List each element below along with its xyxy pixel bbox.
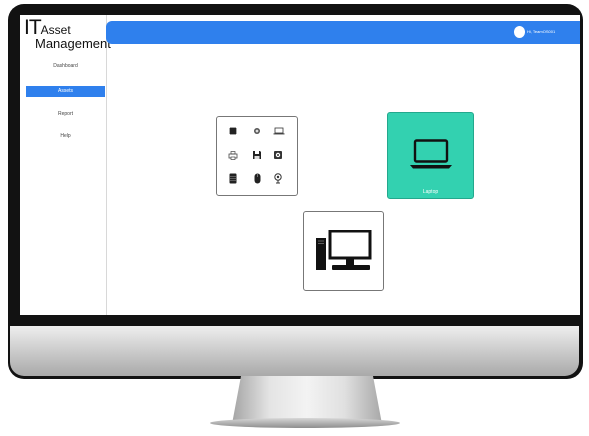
monitor-base <box>210 418 400 428</box>
top-bar: Hi, TeamOS001 <box>106 21 580 44</box>
app-logo: ITAsset Management <box>24 17 111 50</box>
monitor-stand <box>232 376 382 424</box>
printer-icon <box>228 151 238 160</box>
desktop-card[interactable] <box>303 211 384 291</box>
laptop-card-label: Laptop <box>422 189 439 195</box>
server-stack-icon <box>229 173 237 184</box>
sidebar-item-help[interactable]: Help <box>26 131 105 142</box>
laptop-icon <box>273 127 285 135</box>
sidebar: ITAsset Management Dashboard Assets Repo… <box>20 15 111 315</box>
webcam-icon <box>274 173 282 184</box>
user-greeting[interactable]: Hi, TeamOS001 <box>527 29 555 34</box>
laptop-icon <box>410 139 452 169</box>
monitor-chin <box>10 326 579 376</box>
app-screen: ITAsset Management Dashboard Assets Repo… <box>20 15 580 315</box>
floppy-disk-icon <box>253 151 261 159</box>
asset-categories-card[interactable] <box>216 116 298 196</box>
user-avatar-icon[interactable] <box>514 26 525 38</box>
sidebar-item-assets[interactable]: Assets <box>26 86 105 97</box>
sidebar-item-report[interactable]: Report <box>26 109 105 120</box>
speaker-icon <box>274 151 282 159</box>
cpu-icon <box>229 127 237 135</box>
sidebar-item-dashboard[interactable]: Dashboard <box>26 61 105 72</box>
logo-asset: Asset <box>40 23 71 37</box>
desktop-computer-icon <box>316 230 372 270</box>
logo-management: Management <box>35 36 111 51</box>
laptop-card[interactable]: Laptop <box>387 112 474 199</box>
sensor-icon <box>254 128 260 134</box>
mouse-icon <box>254 173 261 184</box>
